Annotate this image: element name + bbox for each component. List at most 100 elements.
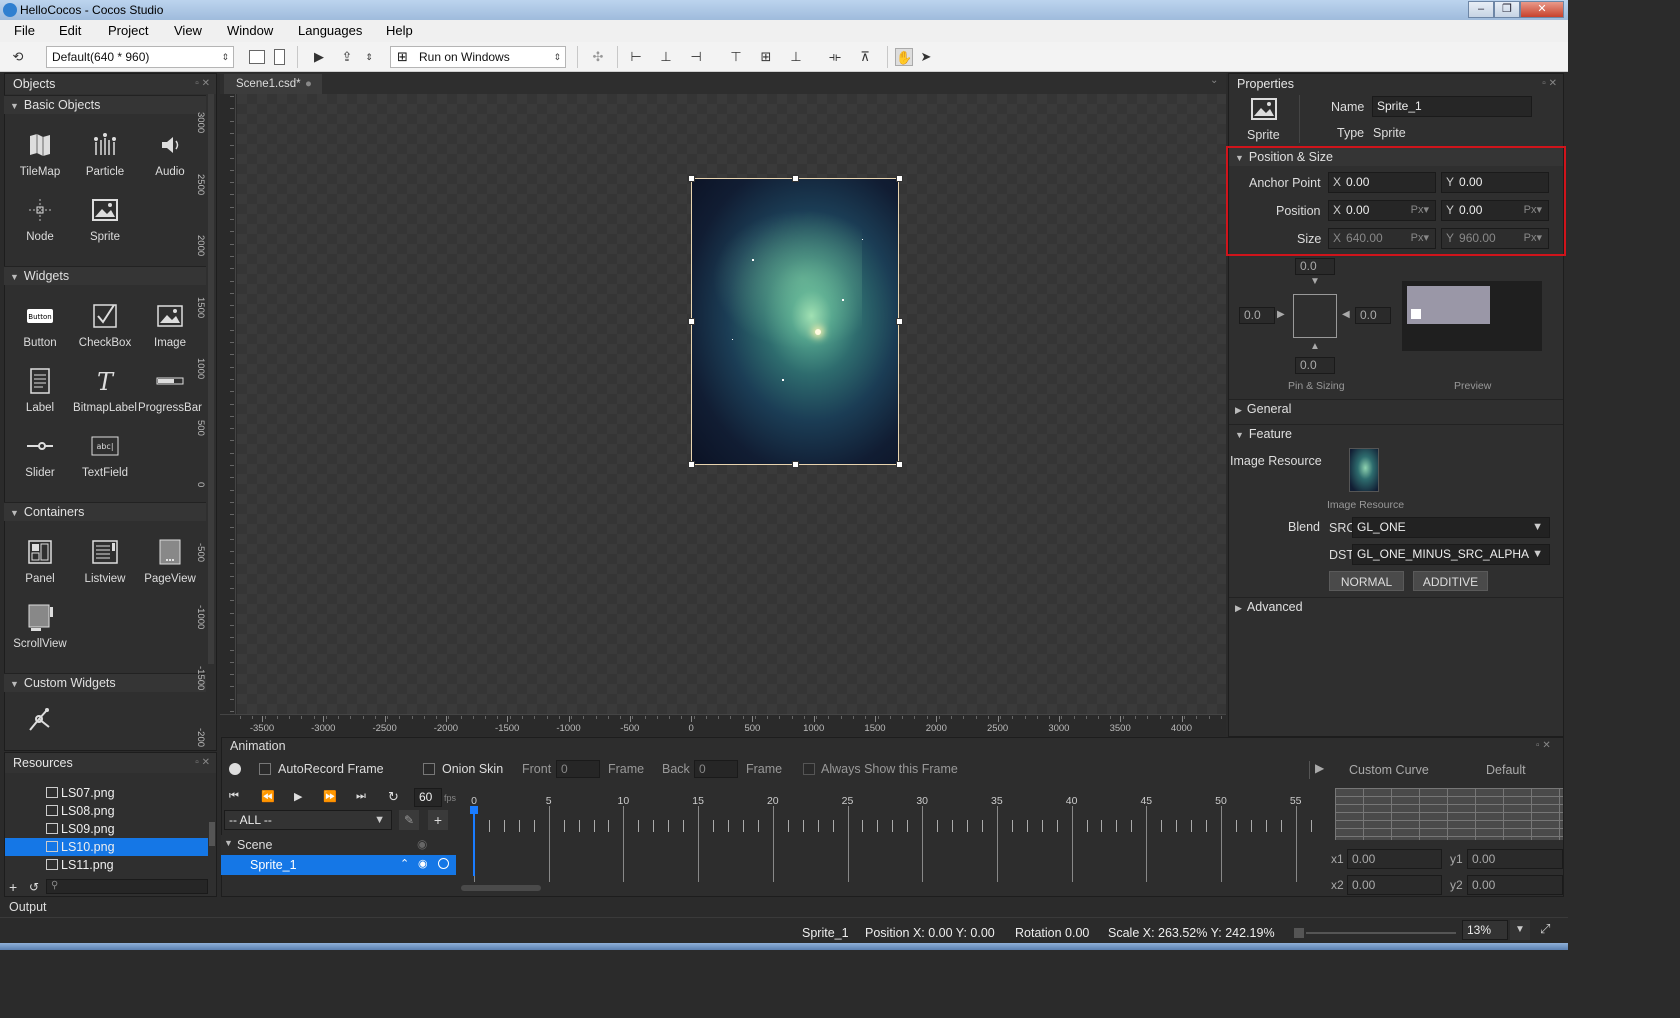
resource-search-input[interactable]: ⚲ — [46, 879, 208, 894]
loop-icon[interactable]: ↻ — [388, 789, 399, 805]
position-x-unit[interactable]: Px▾ — [1411, 201, 1429, 220]
resize-handle[interactable] — [688, 461, 695, 468]
visibility-eye-icon[interactable]: ◉ — [417, 837, 427, 851]
close-button[interactable]: ✕ — [1520, 1, 1564, 18]
resource-file[interactable]: LS11.png — [46, 856, 114, 874]
zoom-slider-track[interactable] — [1306, 932, 1456, 934]
add-resource-icon[interactable]: + — [9, 879, 17, 895]
resize-handle[interactable] — [688, 175, 695, 182]
tab-dropdown-icon[interactable]: ⌄ — [1210, 75, 1218, 86]
blend-normal-button[interactable]: NORMAL — [1329, 571, 1404, 591]
resize-handle[interactable] — [896, 175, 903, 182]
widget-label[interactable]: Label — [8, 366, 72, 414]
section-basic-objects[interactable]: ▼ Basic Objects — [4, 95, 206, 114]
x1-input[interactable]: 0.00 — [1347, 849, 1442, 869]
expand-triangle-icon[interactable]: ▼ — [224, 838, 233, 848]
menu-window[interactable]: Window — [227, 23, 273, 38]
widget-bitmaplabel[interactable]: T BitmapLabel — [73, 366, 137, 414]
edit-pencil-icon[interactable]: ✎ — [399, 810, 419, 830]
resize-handle[interactable] — [896, 461, 903, 468]
resize-handle[interactable] — [792, 175, 799, 182]
resource-file[interactable]: LS09.png — [46, 820, 115, 838]
pin-top-input[interactable]: 0.0 — [1295, 258, 1335, 275]
section-containers[interactable]: ▼ Containers — [4, 502, 206, 521]
size-y-input[interactable]: Y 960.00 Px▾ — [1441, 228, 1549, 249]
menu-help[interactable]: Help — [386, 23, 413, 38]
section-advanced[interactable]: ▶ Advanced — [1229, 597, 1563, 616]
fps-input[interactable]: 60 — [414, 788, 442, 807]
widget-button[interactable]: Button Button — [8, 301, 72, 349]
sprite-nebula-image[interactable] — [691, 178, 899, 465]
resolution-select[interactable]: Default(640 * 960) ⇕ — [46, 46, 234, 68]
portrait-icon[interactable] — [274, 49, 285, 65]
container-panel[interactable]: Panel — [8, 537, 72, 585]
anchor-x-input[interactable]: X 0.00 — [1328, 172, 1436, 193]
resize-handle[interactable] — [896, 318, 903, 325]
play-animation-icon[interactable]: ▶ — [294, 790, 302, 803]
zoom-slider-handle[interactable] — [1294, 928, 1304, 938]
container-pageview[interactable]: PageView — [138, 537, 202, 585]
maximize-button[interactable]: ❐ — [1494, 1, 1520, 18]
minimize-button[interactable]: – — [1468, 1, 1494, 18]
position-y-unit[interactable]: Px▾ — [1524, 201, 1542, 220]
pin-left-arrow-icon[interactable]: ▶ — [1277, 309, 1285, 320]
widget-slider[interactable]: Slider — [8, 431, 72, 479]
menu-languages[interactable]: Languages — [298, 23, 362, 38]
landscape-icon[interactable] — [249, 50, 265, 64]
widget-checkbox[interactable]: CheckBox — [73, 301, 137, 349]
object-tilemap[interactable]: TileMap — [8, 130, 72, 178]
playhead-handle[interactable] — [470, 806, 478, 814]
back-input[interactable]: 0 — [694, 760, 738, 778]
curve-graph[interactable] — [1335, 788, 1563, 840]
tab-scene1[interactable]: Scene1.csd* ● — [224, 74, 322, 94]
blend-additive-button[interactable]: ADDITIVE — [1413, 571, 1488, 591]
front-input[interactable]: 0 — [556, 760, 600, 778]
timeline-filter-select[interactable]: -- ALL -- ▼ — [224, 810, 392, 830]
distribute-h-icon[interactable]: ⟛ — [826, 48, 844, 66]
go-last-frame-icon[interactable]: ⏭ — [356, 790, 366, 803]
y2-input[interactable]: 0.00 — [1467, 875, 1563, 895]
menu-project[interactable]: Project — [108, 23, 148, 38]
section-widgets[interactable]: ▼ Widgets — [4, 266, 206, 285]
select-tool-icon[interactable]: ➤ — [917, 48, 935, 66]
menu-view[interactable]: View — [174, 23, 202, 38]
next-frame-icon[interactable]: ⏩ — [323, 790, 337, 803]
zoom-dropdown-icon[interactable]: ▼ — [1510, 920, 1530, 940]
section-feature[interactable]: ▼ Feature — [1229, 424, 1563, 443]
pin-top-arrow-icon[interactable]: ▼ — [1310, 276, 1320, 287]
objects-scrollbar[interactable] — [208, 94, 214, 664]
distribute-v-icon[interactable]: ⊼ — [856, 48, 874, 66]
custom-widget-item[interactable] — [8, 705, 72, 741]
prev-frame-icon[interactable]: ⏪ — [261, 790, 275, 803]
publish-icon[interactable]: ⇪ — [338, 48, 356, 66]
resources-scrollbar[interactable] — [209, 822, 215, 846]
object-sprite[interactable]: Sprite — [73, 195, 137, 243]
zoom-input[interactable]: 13% — [1462, 920, 1508, 940]
pin-left-input[interactable]: 0.0 — [1239, 307, 1275, 324]
widget-textfield[interactable]: abc| TextField — [73, 431, 137, 479]
size-x-input[interactable]: X 640.00 Px▾ — [1328, 228, 1436, 249]
autorecord-checkbox[interactable] — [259, 763, 271, 775]
record-icon[interactable] — [229, 763, 241, 775]
menu-file[interactable]: File — [14, 23, 35, 38]
pin-bottom-input[interactable]: 0.0 — [1295, 357, 1335, 374]
position-x-input[interactable]: X 0.00 Px▾ — [1328, 200, 1436, 221]
onion-skin-checkbox[interactable] — [423, 763, 435, 775]
timeline-scrollbar[interactable] — [461, 885, 541, 891]
object-audio[interactable]: Audio — [138, 130, 202, 178]
rotate-device-icon[interactable]: ⟲ — [9, 48, 27, 66]
image-resource-thumbnail[interactable] — [1349, 448, 1379, 492]
menu-edit[interactable]: Edit — [59, 23, 81, 38]
dst-select[interactable]: GL_ONE_MINUS_SRC_ALPHA ▼ — [1352, 544, 1550, 565]
always-show-checkbox[interactable] — [803, 763, 815, 775]
refresh-resource-icon[interactable]: ↺ — [29, 880, 39, 894]
visibility-eye-icon[interactable]: ◉ — [418, 857, 428, 870]
section-general[interactable]: ▶ General — [1229, 399, 1563, 418]
panel-close-icon[interactable]: ▫ ✕ — [1536, 740, 1551, 751]
x2-input[interactable]: 0.00 — [1347, 875, 1442, 895]
publish-options-icon[interactable]: ⇕ — [360, 48, 378, 66]
object-particle[interactable]: Particle — [73, 130, 137, 178]
pin-bottom-arrow-icon[interactable]: ▲ — [1310, 341, 1320, 352]
hand-tool-icon[interactable]: ✋ — [895, 48, 913, 66]
size-y-unit[interactable]: Px▾ — [1524, 229, 1542, 248]
